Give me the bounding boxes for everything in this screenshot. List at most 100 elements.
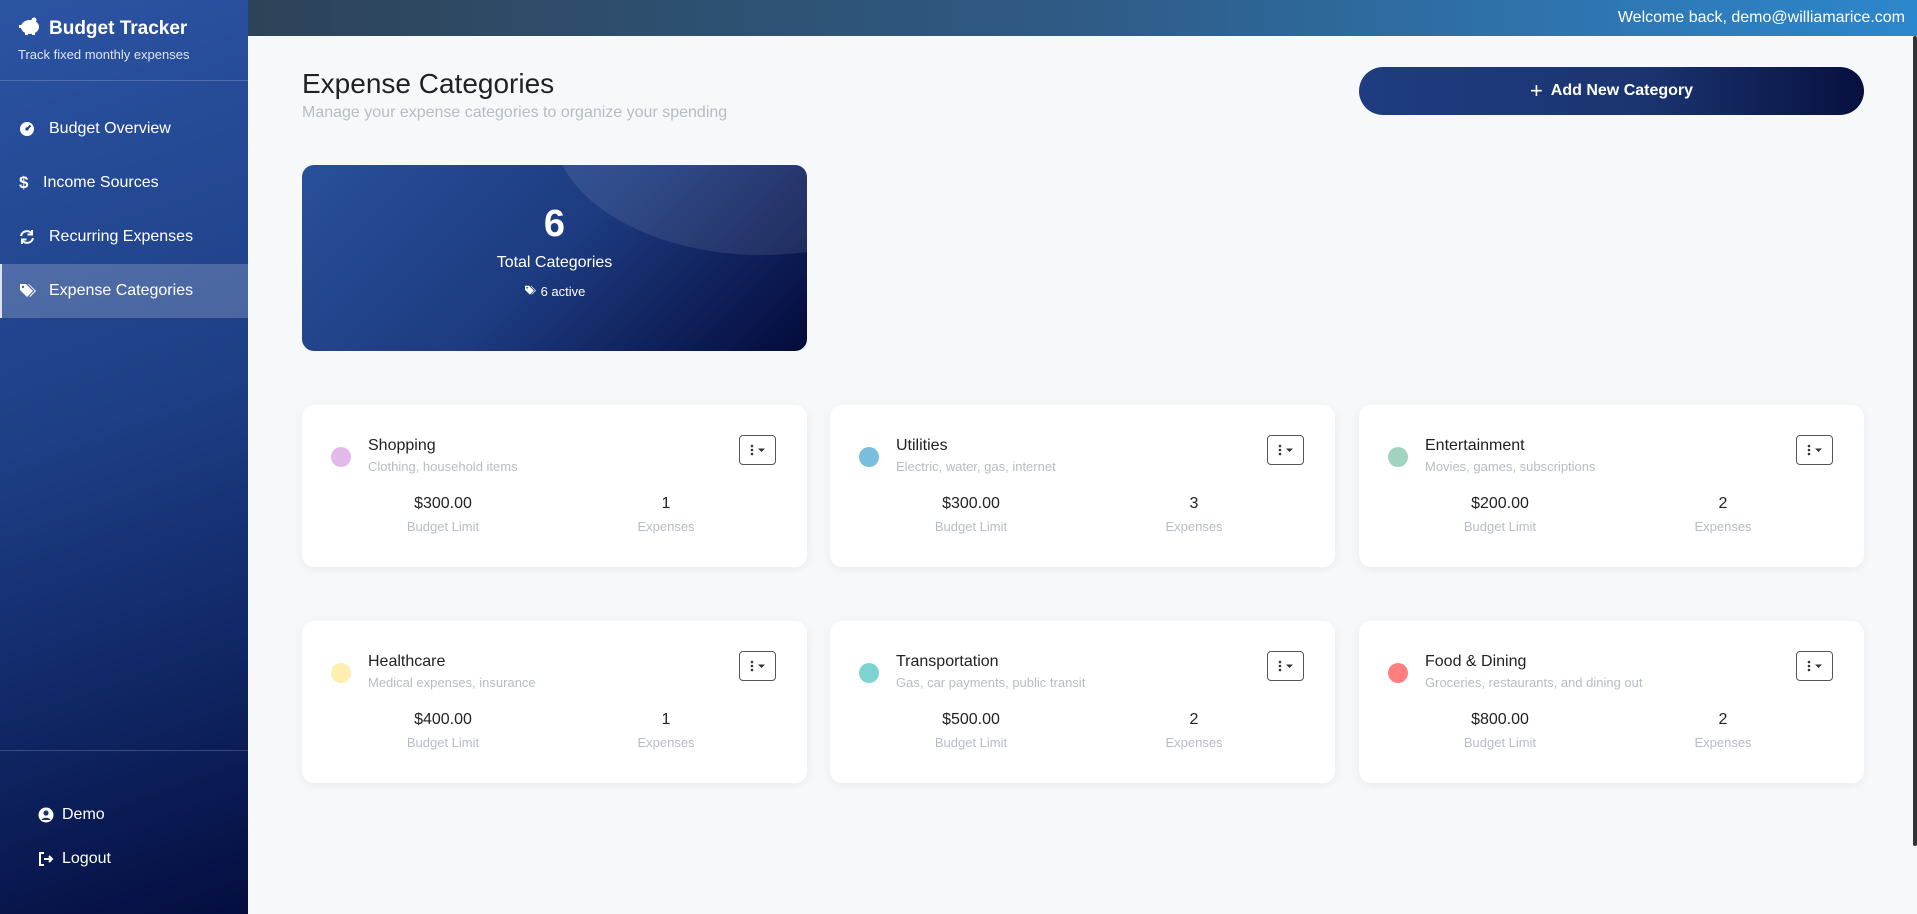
budget-limit-label: Budget Limit	[406, 735, 480, 750]
kebab-caret-icon	[1807, 660, 1822, 672]
category-actions-dropdown[interactable]	[1796, 651, 1833, 681]
logout-icon	[38, 851, 56, 867]
category-name: Entertainment	[1425, 437, 1525, 454]
expense-count-value: 3	[1189, 495, 1199, 512]
budget-limit-value: $300.00	[414, 495, 472, 512]
sidebar-item-label: Recurring Expenses	[49, 228, 194, 245]
page-subtitle: Manage your expense categories to organi…	[302, 104, 728, 121]
budget-limit: $500.00 Budget Limit	[891, 711, 1051, 750]
category-description: Movies, games, subscriptions	[1425, 459, 1596, 474]
expense-count: 2 Expenses	[1114, 711, 1274, 750]
total-categories-card: 6 Total Categories 6 active	[302, 165, 807, 351]
gauge-icon	[19, 121, 41, 137]
kebab-caret-icon	[750, 660, 765, 672]
user-name: Demo	[62, 806, 105, 823]
expense-count: 2 Expenses	[1643, 495, 1803, 534]
budget-limit: $800.00 Budget Limit	[1420, 711, 1580, 750]
expense-count-label: Expenses	[637, 519, 695, 534]
category-description: Electric, water, gas, internet	[896, 459, 1056, 474]
page-scrollbar[interactable]	[1913, 36, 1917, 846]
expense-count: 3 Expenses	[1114, 495, 1274, 534]
sidebar-item-expense-categories[interactable]: Expense Categories	[0, 264, 248, 318]
category-color-dot	[1388, 447, 1408, 467]
sidebar-item-label: Budget Overview	[49, 120, 171, 137]
total-categories-label: Total Categories	[496, 254, 613, 271]
category-name: Healthcare	[368, 653, 446, 670]
kebab-caret-icon	[1278, 444, 1293, 456]
brand: Budget Tracker Track fixed monthly expen…	[0, 0, 248, 81]
category-color-dot	[331, 663, 351, 683]
category-card-entertainment: Entertainment Movies, games, subscriptio…	[1359, 405, 1864, 567]
category-name: Food & Dining	[1425, 653, 1527, 670]
expense-count-label: Expenses	[1694, 519, 1752, 534]
tags-icon	[524, 284, 541, 299]
sidebar-item-budget-overview[interactable]: Budget Overview	[0, 102, 248, 156]
expense-count-value: 2	[1189, 711, 1199, 728]
budget-limit-value: $400.00	[414, 711, 472, 728]
category-name: Utilities	[896, 437, 948, 454]
category-name: Shopping	[368, 437, 436, 454]
repeat-icon	[19, 229, 41, 245]
kebab-caret-icon	[1278, 660, 1293, 672]
category-description: Clothing, household items	[368, 459, 518, 474]
budget-limit-label: Budget Limit	[406, 519, 480, 534]
user-profile-link[interactable]: Demo	[0, 793, 248, 837]
category-actions-dropdown[interactable]	[1267, 435, 1304, 465]
category-card-healthcare: Healthcare Medical expenses, insurance $…	[302, 621, 807, 783]
sidebar-item-recurring-expenses[interactable]: Recurring Expenses	[0, 210, 248, 264]
app-title: Budget Tracker	[49, 18, 188, 39]
expense-count: 1 Expenses	[586, 711, 746, 750]
category-description: Groceries, restaurants, and dining out	[1425, 675, 1643, 690]
kebab-caret-icon	[750, 444, 765, 456]
expense-count-label: Expenses	[1165, 519, 1223, 534]
welcome-text: Welcome back, demo@williamarice.com	[1617, 9, 1905, 26]
category-actions-dropdown[interactable]	[739, 651, 776, 681]
logout-link[interactable]: Logout	[0, 837, 248, 881]
budget-limit-value: $500.00	[942, 711, 1000, 728]
sidebar-item-label: Income Sources	[43, 174, 159, 191]
sidebar-item-label: Expense Categories	[49, 282, 194, 299]
sidebar-nav: Budget Overview $ Income Sources Recurri…	[0, 102, 248, 318]
total-categories-count: 6	[543, 203, 566, 245]
budget-limit-label: Budget Limit	[934, 735, 1008, 750]
active-categories: 6 active	[302, 284, 807, 299]
category-actions-dropdown[interactable]	[1796, 435, 1833, 465]
active-count: 6 active	[540, 284, 586, 299]
budget-limit-label: Budget Limit	[1463, 519, 1537, 534]
page-title: Expense Categories	[302, 68, 555, 99]
category-color-dot	[859, 447, 879, 467]
category-color-dot	[859, 663, 879, 683]
plus-icon: +	[1529, 78, 1543, 103]
category-name: Transportation	[896, 653, 999, 670]
kebab-caret-icon	[1807, 444, 1822, 456]
budget-limit: $400.00 Budget Limit	[363, 711, 523, 750]
budget-limit: $200.00 Budget Limit	[1420, 495, 1580, 534]
brand-title[interactable]: Budget Tracker	[18, 16, 230, 42]
category-description: Gas, car payments, public transit	[896, 675, 1086, 690]
category-card-food-dining: Food & Dining Groceries, restaurants, an…	[1359, 621, 1864, 783]
expense-count-value: 2	[1718, 495, 1728, 512]
tags-icon	[19, 283, 41, 299]
expense-count-label: Expenses	[637, 735, 695, 750]
category-actions-dropdown[interactable]	[1267, 651, 1304, 681]
category-description: Medical expenses, insurance	[368, 675, 536, 690]
user-circle-icon	[38, 807, 56, 823]
expense-count-label: Expenses	[1694, 735, 1752, 750]
category-color-dot	[331, 447, 351, 467]
sidebar-item-income-sources[interactable]: $ Income Sources	[0, 156, 248, 210]
category-actions-dropdown[interactable]	[739, 435, 776, 465]
expense-count-value: 2	[1718, 711, 1728, 728]
budget-limit-value: $200.00	[1471, 495, 1529, 512]
budget-limit: $300.00 Budget Limit	[363, 495, 523, 534]
expense-count-value: 1	[661, 711, 671, 728]
expense-count: 2 Expenses	[1643, 711, 1803, 750]
add-category-label: Add New Category	[1550, 82, 1694, 99]
budget-limit-value: $800.00	[1471, 711, 1529, 728]
category-card-shopping: Shopping Clothing, household items $300.…	[302, 405, 807, 567]
category-color-dot	[1388, 663, 1408, 683]
add-category-button[interactable]: + Add New Category	[1359, 67, 1864, 115]
budget-limit: $300.00 Budget Limit	[891, 495, 1051, 534]
logout-label: Logout	[62, 850, 111, 867]
dollar-icon: $	[19, 173, 29, 192]
budget-limit-label: Budget Limit	[934, 519, 1008, 534]
